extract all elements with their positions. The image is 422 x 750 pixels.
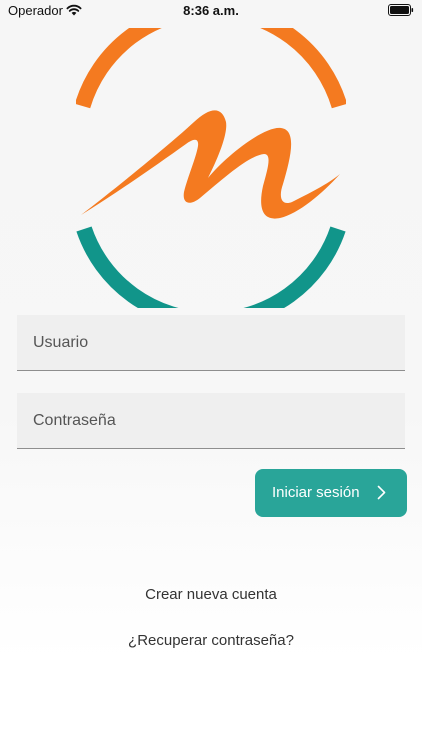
logo-upper-arc [76, 28, 346, 109]
password-field[interactable] [17, 393, 405, 449]
login-button[interactable]: Iniciar sesión [255, 469, 407, 517]
create-account-link[interactable]: Crear nueva cuenta [0, 586, 422, 603]
login-button-label: Iniciar sesión [272, 484, 360, 501]
battery-icon [388, 4, 414, 16]
recover-password-link[interactable]: ¿Recuperar contraseña? [0, 632, 422, 649]
brand-logo [76, 28, 346, 308]
logo-lower-arc [76, 226, 346, 308]
logo-m-mark [81, 110, 340, 219]
chevron-right-icon [377, 485, 386, 500]
status-time: 8:36 a.m. [183, 3, 239, 18]
username-field[interactable] [17, 315, 405, 371]
status-bar: Operador 8:36 a.m. [0, 0, 422, 22]
username-input[interactable] [17, 315, 405, 370]
password-input[interactable] [17, 393, 405, 448]
